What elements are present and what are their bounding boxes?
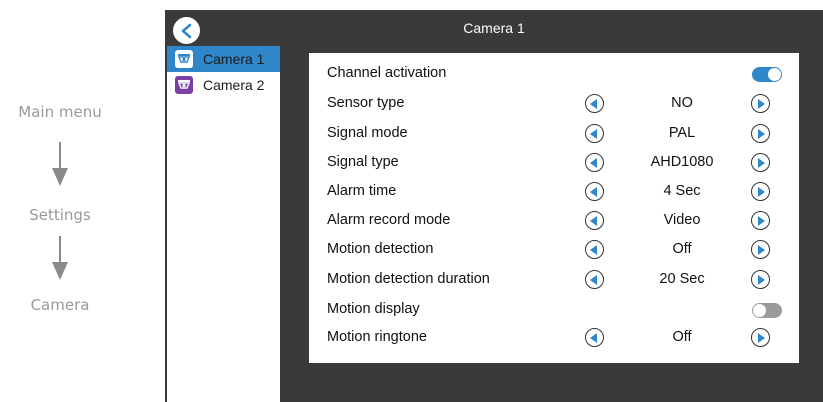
breadcrumb-camera: Camera xyxy=(30,296,90,314)
previous-option-button[interactable] xyxy=(585,328,604,347)
breadcrumb: Main menu Settings Camera xyxy=(0,0,165,402)
setting-label: Channel activation xyxy=(327,65,447,81)
arrow-right-icon xyxy=(758,215,765,226)
setting-value: 4 Sec xyxy=(663,183,701,199)
arrow-left-icon xyxy=(590,157,597,168)
arrow-right-icon xyxy=(758,128,765,139)
settings-panel: Channel activation Sensor type NO Signal… xyxy=(309,53,799,363)
breadcrumb-main-menu: Main menu xyxy=(18,103,102,121)
previous-option-button[interactable] xyxy=(585,153,604,172)
setting-value: Video xyxy=(663,212,701,228)
arrow-left-icon xyxy=(590,274,597,285)
previous-option-button[interactable] xyxy=(585,182,604,201)
next-option-button[interactable] xyxy=(751,240,770,259)
setting-alarm-time: Alarm time 4 Sec xyxy=(309,179,799,205)
setting-motion-detection: Motion detection Off xyxy=(309,237,799,263)
motion-display-toggle[interactable] xyxy=(752,303,782,318)
arrow-right-icon xyxy=(758,157,765,168)
setting-value: AHD1080 xyxy=(650,154,714,170)
setting-label: Motion display xyxy=(327,301,420,317)
camera-icon xyxy=(175,50,193,68)
setting-label: Sensor type xyxy=(327,95,405,111)
next-option-button[interactable] xyxy=(751,124,770,143)
arrow-right-icon xyxy=(758,274,765,285)
setting-motion-display: Motion display xyxy=(309,297,799,323)
setting-label: Motion detection duration xyxy=(327,271,490,287)
setting-alarm-record-mode: Alarm record mode Video xyxy=(309,208,799,234)
setting-motion-ringtone: Motion ringtone Off xyxy=(309,325,799,351)
previous-option-button[interactable] xyxy=(585,94,604,113)
previous-option-button[interactable] xyxy=(585,270,604,289)
arrow-right-icon xyxy=(758,244,765,255)
camera-sidebar: Camera 1 Camera 2 xyxy=(167,46,280,402)
setting-sensor-type: Sensor type NO xyxy=(309,91,799,117)
arrow-right-icon xyxy=(758,186,765,197)
previous-option-button[interactable] xyxy=(585,124,604,143)
sidebar-item-label: Camera 1 xyxy=(203,51,265,67)
setting-value: 20 Sec xyxy=(659,271,705,287)
sidebar-item-camera-2[interactable]: Camera 2 xyxy=(167,72,280,98)
next-option-button[interactable] xyxy=(751,328,770,347)
setting-label: Alarm record mode xyxy=(327,212,451,228)
top-bar: Camera 1 xyxy=(165,10,823,46)
setting-channel-activation: Channel activation xyxy=(309,61,799,87)
next-option-button[interactable] xyxy=(751,153,770,172)
next-option-button[interactable] xyxy=(751,270,770,289)
page-title: Camera 1 xyxy=(463,20,525,36)
setting-signal-type: Signal type AHD1080 xyxy=(309,150,799,176)
arrow-left-icon xyxy=(590,332,597,343)
setting-value: NO xyxy=(671,95,693,111)
arrow-left-icon xyxy=(590,98,597,109)
setting-label: Signal mode xyxy=(327,125,408,141)
next-option-button[interactable] xyxy=(751,94,770,113)
arrow-left-icon xyxy=(590,244,597,255)
setting-value: PAL xyxy=(668,125,696,141)
camera-icon xyxy=(175,76,193,94)
device-screen: Camera 1 Camera 1 Camera 2 Channel activ… xyxy=(165,10,823,402)
setting-motion-detection-duration: Motion detection duration 20 Sec xyxy=(309,267,799,293)
sidebar-item-label: Camera 2 xyxy=(203,77,265,93)
setting-label: Alarm time xyxy=(327,183,397,199)
previous-option-button[interactable] xyxy=(585,211,604,230)
previous-option-button[interactable] xyxy=(585,240,604,259)
sidebar-item-camera-1[interactable]: Camera 1 xyxy=(167,46,280,72)
setting-label: Motion detection xyxy=(327,241,434,257)
arrow-left-icon xyxy=(590,128,597,139)
arrow-right-icon xyxy=(758,332,765,343)
setting-value: Off xyxy=(672,329,692,345)
setting-label: Signal type xyxy=(327,154,399,170)
setting-signal-mode: Signal mode PAL xyxy=(309,121,799,147)
setting-value: Off xyxy=(672,241,692,257)
arrow-left-icon xyxy=(590,215,597,226)
next-option-button[interactable] xyxy=(751,182,770,201)
breadcrumb-settings: Settings xyxy=(29,206,91,224)
arrow-right-icon xyxy=(758,98,765,109)
channel-activation-toggle[interactable] xyxy=(752,67,782,82)
arrow-left-icon xyxy=(590,186,597,197)
setting-label: Motion ringtone xyxy=(327,329,427,345)
next-option-button[interactable] xyxy=(751,211,770,230)
